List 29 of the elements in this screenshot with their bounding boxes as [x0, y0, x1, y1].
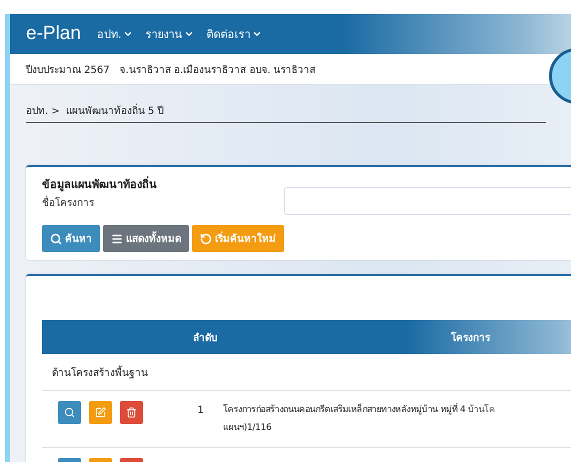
caret-icon — [184, 29, 194, 39]
edit-icon — [95, 407, 106, 418]
caret-icon — [252, 29, 262, 39]
view-button[interactable] — [58, 401, 81, 424]
project-name-input[interactable] — [284, 187, 571, 215]
panel-title: ข้อมูลแผนพัฒนาท้องถิ่น — [42, 175, 158, 193]
delete-button[interactable] — [120, 401, 143, 424]
nav-menu[interactable]: อปท. — [96, 25, 134, 43]
column-header: โครงการ — [451, 330, 492, 344]
section-heading: ด้านโครงสร้างพื้นฐาน — [42, 354, 571, 391]
location-text: จ.นราธิวาส อ.เมืองนราธิวาส อบจ. นราธิวาส — [120, 64, 316, 76]
breadcrumb-item: แผนพัฒนาท้องถิ่น 5 ปี — [66, 103, 164, 118]
nav-menu[interactable]: ติดต่อเรา — [206, 25, 262, 43]
row-number: 1 — [196, 405, 205, 416]
list-button[interactable]: แสดงทั้งหมด — [103, 225, 189, 252]
trash-icon — [126, 407, 137, 418]
breadcrumb-item[interactable]: อปท. > — [26, 103, 60, 118]
edit-button[interactable] — [89, 401, 112, 424]
search-button[interactable]: ค้นหา — [42, 225, 100, 252]
caret-icon — [123, 29, 134, 39]
menu-icon — [111, 232, 123, 244]
brand-name[interactable]: e-Plan — [26, 23, 81, 45]
reset-icon — [200, 232, 212, 244]
budget-year: ปีงบประมาณ 2567 — [26, 64, 110, 76]
nav-menu[interactable]: รายงาน — [145, 25, 194, 43]
column-header: ลำดับ — [193, 332, 217, 344]
field-label: ชื่อโครงการ — [42, 195, 94, 210]
search-icon — [50, 232, 62, 244]
search-icon — [64, 407, 75, 418]
